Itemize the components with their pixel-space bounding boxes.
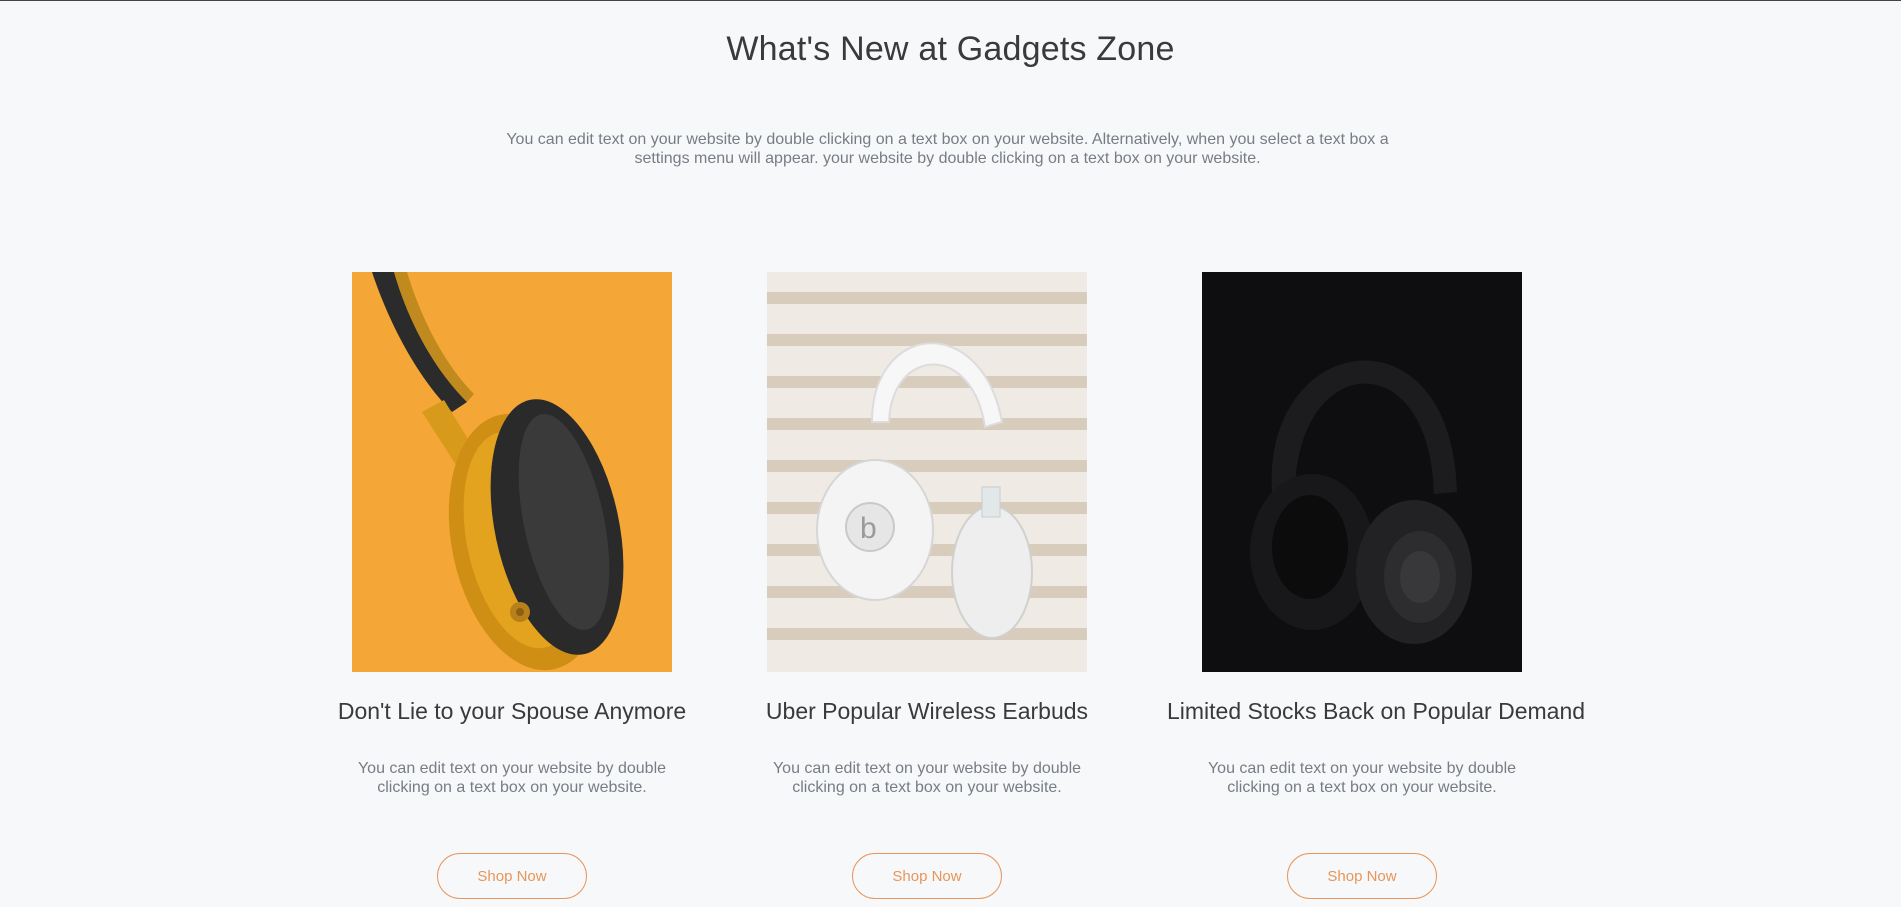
whats-new-section: What's New at Gadgets Zone You can edit … <box>0 0 1901 907</box>
card-description: You can edit text on your website by dou… <box>1207 760 1517 796</box>
section-heading: What's New at Gadgets Zone <box>726 30 1175 68</box>
shop-now-button-2[interactable]: Shop Now <box>852 853 1002 899</box>
card-title: Limited Stocks Back on Popular Demand <box>1167 698 1586 724</box>
white-headphones-image: b <box>767 272 1087 672</box>
card-title: Don't Lie to your Spouse Anymore <box>337 698 687 724</box>
shop-now-button-3[interactable]: Shop Now <box>1287 853 1437 899</box>
card-description: You can edit text on your website by dou… <box>772 760 1082 796</box>
card-description: You can edit text on your website by dou… <box>357 760 667 796</box>
shop-now-button-1[interactable]: Shop Now <box>437 853 587 899</box>
card-title: Uber Popular Wireless Earbuds <box>765 698 1089 724</box>
svg-text:b: b <box>860 512 877 545</box>
black-headphones-image <box>1202 272 1522 672</box>
section-intro: You can edit text on your website by dou… <box>506 131 1389 167</box>
orange-headphones-image <box>352 272 672 672</box>
